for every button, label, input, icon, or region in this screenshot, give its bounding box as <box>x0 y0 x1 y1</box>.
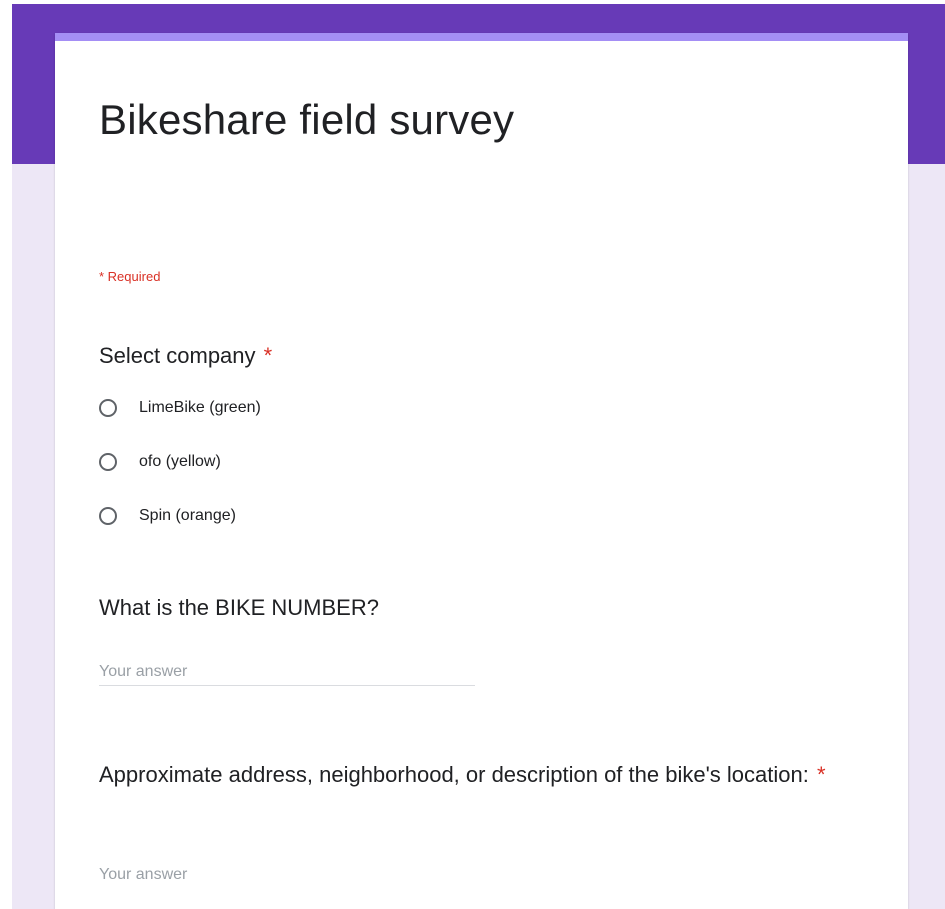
radio-button-icon[interactable] <box>99 507 117 525</box>
radio-option-limebike[interactable]: LimeBike (green) <box>99 396 261 420</box>
question-company-title: Select company * <box>99 339 272 372</box>
required-note: * Required <box>99 269 161 284</box>
question-location-text: Approximate address, neighborhood, or de… <box>99 762 809 787</box>
location-input[interactable] <box>99 861 475 889</box>
bike-number-input[interactable] <box>99 658 475 686</box>
required-asterisk: * <box>263 343 273 368</box>
radio-option-ofo[interactable]: ofo (yellow) <box>99 450 221 474</box>
radio-option-spin[interactable]: Spin (orange) <box>99 504 236 528</box>
radio-option-label: LimeBike (green) <box>139 399 261 416</box>
radio-button-icon[interactable] <box>99 399 117 417</box>
question-bike-number-title: What is the BIKE NUMBER? <box>99 595 379 620</box>
form-card: Bikeshare field survey * Required Select… <box>55 33 908 909</box>
question-company-text: Select company <box>99 343 256 368</box>
radio-option-label: ofo (yellow) <box>139 453 221 470</box>
radio-option-label: Spin (orange) <box>139 507 236 524</box>
radio-button-icon[interactable] <box>99 453 117 471</box>
form-title: Bikeshare field survey <box>99 96 515 143</box>
question-location-title: Approximate address, neighborhood, or de… <box>99 758 879 791</box>
required-asterisk: * <box>816 762 826 787</box>
